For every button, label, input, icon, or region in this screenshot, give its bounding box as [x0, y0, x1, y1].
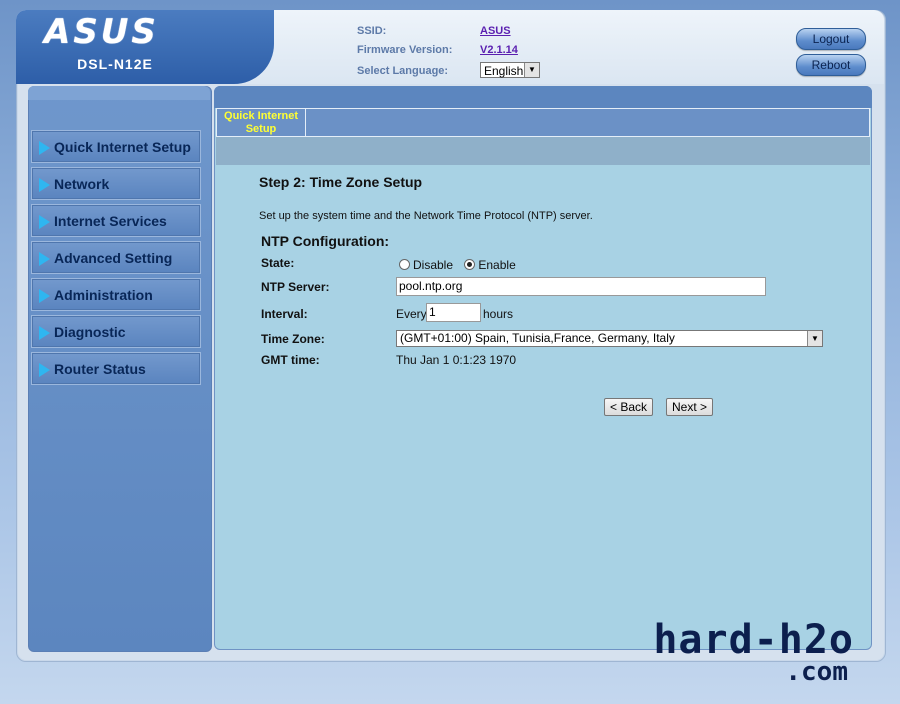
sidebar-item-label: Quick Internet Setup	[54, 139, 191, 155]
chevron-down-icon: ▼	[807, 331, 822, 346]
watermark: hard-h2o .com	[624, 617, 854, 687]
page-title: Step 2: Time Zone Setup	[259, 174, 423, 190]
sidebar-item-network[interactable]: Network	[31, 167, 201, 200]
ssid-link[interactable]: ASUS	[480, 25, 511, 37]
sidebar-item-advanced-setting[interactable]: Advanced Setting	[31, 241, 201, 274]
model-name: DSL-N12E	[77, 56, 153, 72]
main-panel	[214, 86, 872, 650]
ntp-server-input[interactable]: pool.ntp.org	[396, 277, 766, 296]
gmt-time-value: Thu Jan 1 0:1:23 1970	[396, 353, 517, 367]
language-label: Select Language:	[357, 65, 449, 77]
ntp-server-label: NTP Server:	[261, 280, 330, 294]
state-enable-label: Enable	[478, 258, 516, 272]
interval-label: Interval:	[261, 307, 308, 321]
state-enable-radio[interactable]: Enable	[464, 258, 516, 272]
arrow-right-icon	[39, 252, 50, 266]
sidebar-item-label: Router Status	[54, 361, 146, 377]
language-select[interactable]: English ▼	[480, 62, 540, 78]
sub-header-bar	[216, 137, 870, 165]
language-value: English	[484, 64, 524, 78]
main-panel-header	[214, 86, 872, 108]
gmt-time-label: GMT time:	[261, 353, 320, 367]
sidebar-item-diagnostic[interactable]: Diagnostic	[31, 315, 201, 348]
state-radio-group: Disable Enable	[399, 258, 516, 272]
watermark-line2: .com	[785, 657, 848, 687]
sidebar-item-label: Internet Services	[54, 213, 167, 229]
sidebar-item-label: Diagnostic	[54, 324, 126, 340]
sidebar-item-label: Administration	[54, 287, 153, 303]
interval-prefix: Every	[396, 307, 427, 321]
asus-logo: ASUS	[44, 12, 159, 52]
state-label: State:	[261, 256, 295, 270]
timezone-value: (GMT+01:00) Spain, Tunisia,France, Germa…	[400, 331, 675, 345]
radio-off-icon	[399, 259, 410, 270]
interval-input[interactable]: 1	[426, 303, 481, 322]
firmware-link[interactable]: V2.1.14	[480, 44, 518, 56]
state-disable-label: Disable	[413, 258, 454, 272]
interval-unit: hours	[483, 307, 514, 321]
tab-bar	[216, 108, 870, 137]
logout-button[interactable]: Logout	[796, 28, 866, 50]
radio-on-icon	[464, 259, 476, 270]
arrow-right-icon	[39, 178, 50, 192]
state-disable-radio[interactable]: Disable	[399, 258, 453, 272]
reboot-button[interactable]: Reboot	[796, 54, 866, 76]
sidebar-item-router-status[interactable]: Router Status	[31, 352, 201, 385]
sidebar-item-administration[interactable]: Administration	[31, 278, 201, 311]
arrow-right-icon	[39, 326, 50, 340]
next-button[interactable]: Next >	[666, 398, 713, 416]
arrow-right-icon	[39, 141, 50, 155]
timezone-select[interactable]: (GMT+01:00) Spain, Tunisia,France, Germa…	[396, 330, 823, 347]
ssid-label: SSID:	[357, 25, 387, 37]
sidebar-item-label: Advanced Setting	[54, 250, 173, 266]
sidebar-item-label: Network	[54, 176, 110, 192]
chevron-down-icon: ▼	[524, 63, 539, 77]
sidebar-item-internet-services[interactable]: Internet Services	[31, 204, 201, 237]
timezone-label: Time Zone:	[261, 332, 325, 346]
watermark-line1: hard-h2o	[653, 617, 854, 663]
back-button[interactable]: < Back	[604, 398, 653, 416]
section-title: NTP Configuration:	[261, 233, 390, 249]
tab-quick-internet-setup[interactable]: Quick Internet Setup	[217, 109, 306, 136]
firmware-label: Firmware Version:	[357, 44, 453, 56]
arrow-right-icon	[39, 215, 50, 229]
sidebar-item-quick-internet-setup[interactable]: Quick Internet Setup	[31, 130, 201, 163]
arrow-right-icon	[39, 289, 50, 303]
arrow-right-icon	[39, 363, 50, 377]
page-description: Set up the system time and the Network T…	[259, 210, 593, 222]
sidebar-header	[28, 86, 210, 100]
